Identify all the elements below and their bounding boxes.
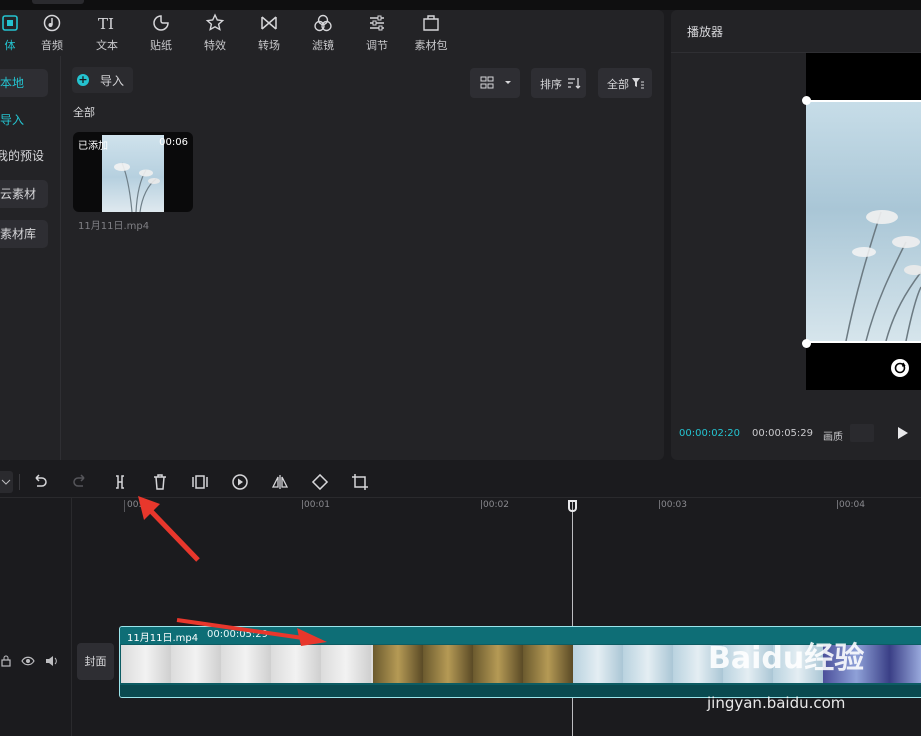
text-icon: TI: [98, 15, 114, 33]
funnel-icon: [632, 78, 644, 89]
freeze-frame-icon[interactable]: [191, 473, 209, 491]
filter-icon: [314, 14, 332, 32]
top-toolbar: 体 音频 TI 文本 贴纸 特效 转场 滤镜 调节 素材包: [0, 10, 664, 56]
sort-label: 排序: [540, 78, 562, 91]
tab-audio[interactable]: 音频: [28, 10, 76, 56]
grid-view-icon: [480, 76, 511, 89]
sidebar-item-cloud[interactable]: 云素材: [0, 180, 48, 208]
filter-label: 全部: [607, 78, 629, 91]
tab-transition[interactable]: 转场: [245, 10, 293, 56]
sidebar-item-label: 导入: [0, 113, 25, 127]
undo-icon[interactable]: [31, 473, 49, 491]
lock-icon[interactable]: [0, 655, 12, 667]
split-icon[interactable]: [111, 473, 129, 491]
package-icon: [423, 15, 439, 31]
toolbar-divider: [19, 474, 20, 490]
player-title: 播放器: [687, 25, 724, 39]
transition-icon: [261, 16, 277, 30]
crop-handle-top[interactable]: [802, 96, 811, 105]
sort-button[interactable]: 排序: [531, 68, 586, 98]
sidebar-item-presets[interactable]: 我的预设: [0, 142, 48, 170]
title-strip: [0, 0, 921, 10]
added-badge: 已添加: [78, 141, 108, 152]
filter-button[interactable]: 全部: [598, 68, 652, 98]
ruler-tick: |00:03: [658, 500, 687, 510]
adjust-icon: [370, 15, 384, 31]
sidebar-item-label: 本地: [0, 76, 25, 90]
tab-filter-label: 滤镜: [312, 39, 334, 52]
select-mode-dropdown[interactable]: [0, 471, 13, 493]
ruler-tick: |00:04: [836, 500, 865, 510]
sidebar-item-import[interactable]: 导入: [0, 106, 48, 134]
reed-plant-preview-image: [845, 210, 921, 342]
mirror-icon[interactable]: [271, 473, 289, 491]
import-label: 导入: [100, 74, 125, 88]
eye-icon[interactable]: [21, 655, 35, 667]
tab-transition-label: 转场: [258, 39, 280, 52]
view-toggle[interactable]: [470, 68, 520, 98]
tab-sticker-label: 贴纸: [150, 39, 172, 52]
sidebar-item-label: 我的预设: [0, 149, 44, 163]
rotate-glyph: [894, 362, 906, 374]
ruler-tick: |00:02: [480, 500, 509, 510]
sidebar-item-local[interactable]: 本地: [0, 69, 48, 97]
watermark-logo: Baidu经验: [708, 641, 865, 676]
total-time: 00:00:05:29: [752, 428, 814, 439]
volume-icon[interactable]: [45, 655, 59, 667]
clip-duration: 00:06: [159, 137, 188, 148]
window-tab: [32, 0, 84, 4]
playhead-handle[interactable]: [568, 500, 577, 512]
reverse-play-icon[interactable]: [231, 473, 249, 491]
tab-text[interactable]: TI 文本: [83, 10, 131, 56]
tab-package[interactable]: 素材包: [407, 10, 455, 56]
redo-icon[interactable]: [71, 473, 89, 491]
ruler-tick: |00:01: [301, 500, 330, 510]
section-label: 全部: [73, 106, 95, 119]
clip-filename: 11月11日.mp4: [78, 221, 150, 232]
tab-package-label: 素材包: [414, 39, 448, 52]
playhead[interactable]: [572, 500, 573, 736]
rotate-icon[interactable]: [891, 359, 909, 377]
chevron-down-icon: [1, 479, 11, 485]
annotation-arrow-track: [176, 618, 327, 646]
sidebar-item-library[interactable]: 素材库: [0, 220, 48, 248]
ratio-button[interactable]: [850, 424, 874, 442]
tab-adjust[interactable]: 调节: [353, 10, 401, 56]
tab-audio-label: 音频: [41, 39, 63, 52]
play-icon[interactable]: [895, 426, 909, 440]
watermark-url: jingyan.baidu.com: [707, 694, 846, 712]
plus-icon: +: [77, 73, 89, 86]
tab-adjust-label: 调节: [366, 39, 388, 52]
audio-icon: [43, 14, 61, 32]
video-preview[interactable]: [806, 100, 921, 343]
frame-strip-white: [121, 645, 373, 683]
media-clip-card[interactable]: 已添加 00:06: [73, 132, 193, 212]
crop-icon[interactable]: [351, 473, 369, 491]
tab-effects[interactable]: 特效: [191, 10, 239, 56]
svg-text:TI: TI: [98, 15, 114, 33]
effects-icon: [205, 13, 225, 31]
tab-filter[interactable]: 滤镜: [299, 10, 347, 56]
frame-strip-gold: [373, 645, 573, 683]
rotate-clip-icon[interactable]: [311, 473, 329, 491]
crop-handle-bottom[interactable]: [802, 339, 811, 348]
annotation-arrow-split: [138, 496, 200, 562]
delete-icon[interactable]: [151, 473, 169, 491]
import-button[interactable]: + 导入: [72, 67, 133, 93]
track-header-divider: [71, 498, 72, 736]
current-time: 00:00:02:20: [679, 428, 741, 439]
sort-icon: [568, 78, 581, 89]
cover-button[interactable]: 封面: [77, 643, 114, 680]
clip-thumbnail: [102, 135, 164, 212]
tab-text-label: 文本: [96, 39, 118, 52]
tab-sticker[interactable]: 贴纸: [137, 10, 185, 56]
sidebar-item-label: 素材库: [0, 227, 37, 241]
media-sidebar: 本地 导入 我的预设 云素材 素材库: [0, 56, 61, 460]
media-icon: [2, 15, 18, 31]
quality-button[interactable]: 画质: [823, 428, 843, 443]
tab-effects-label: 特效: [204, 39, 226, 52]
sticker-icon: [153, 15, 169, 31]
reed-plant-image: [114, 162, 160, 212]
sidebar-item-label: 云素材: [0, 187, 37, 201]
